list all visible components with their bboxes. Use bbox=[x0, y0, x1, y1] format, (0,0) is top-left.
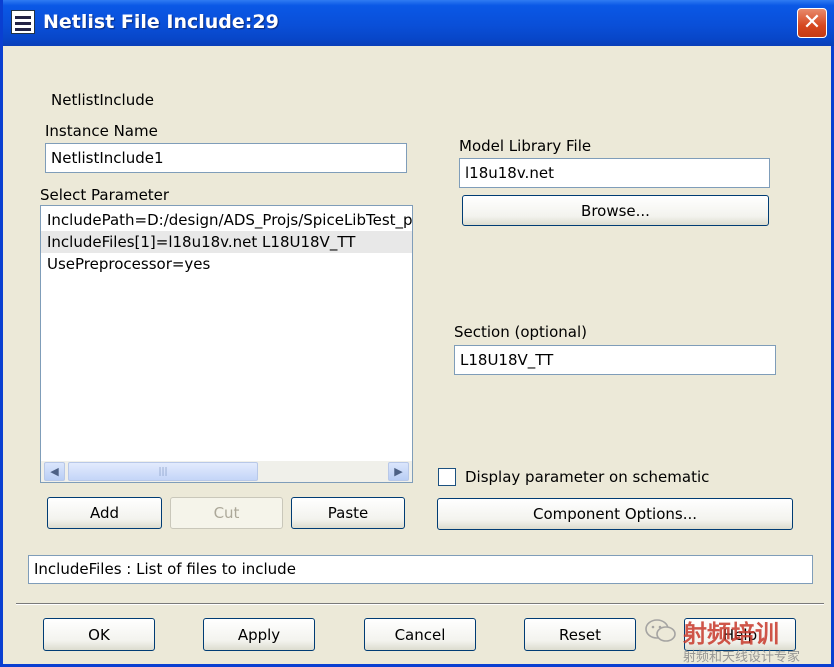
list-item-selected[interactable]: IncludeFiles[1]=l18u18v.net L18U18V_TT bbox=[41, 231, 412, 253]
wechat-icon bbox=[645, 619, 676, 642]
app-icon bbox=[11, 10, 35, 34]
section-label: Section (optional) bbox=[454, 323, 587, 341]
component-options-button[interactable]: Component Options... bbox=[437, 498, 793, 530]
list-item[interactable]: UsePreprocessor=yes bbox=[41, 253, 412, 275]
display-parameter-label: Display parameter on schematic bbox=[465, 468, 710, 486]
model-library-label: Model Library File bbox=[459, 137, 592, 155]
scroll-right-icon[interactable]: ▶ bbox=[388, 462, 409, 481]
select-parameter-label: Select Parameter bbox=[40, 186, 170, 204]
title-bar[interactable]: Netlist File Include:29 ✕ bbox=[3, 0, 834, 46]
display-parameter-checkbox[interactable] bbox=[438, 468, 456, 486]
cancel-button[interactable]: Cancel bbox=[364, 618, 476, 651]
cut-button[interactable]: Cut bbox=[170, 497, 283, 529]
scroll-left-icon[interactable]: ◀ bbox=[44, 462, 65, 481]
help-button[interactable]: Help bbox=[684, 618, 796, 651]
horizontal-scrollbar[interactable]: ◀ ||| ▶ bbox=[41, 461, 412, 482]
window-title: Netlist File Include:29 bbox=[43, 11, 279, 33]
paste-button[interactable]: Paste bbox=[291, 497, 405, 529]
section-input[interactable]: L18U18V_TT bbox=[454, 345, 776, 375]
ok-button[interactable]: OK bbox=[43, 618, 155, 651]
separator bbox=[16, 603, 824, 605]
parameter-list[interactable]: IncludePath=D:/design/ADS_Projs/SpiceLib… bbox=[40, 205, 413, 483]
reset-button[interactable]: Reset bbox=[524, 618, 636, 651]
close-icon[interactable]: ✕ bbox=[797, 8, 827, 38]
apply-button[interactable]: Apply bbox=[203, 618, 315, 651]
add-button[interactable]: Add bbox=[47, 497, 162, 529]
help-text-field: IncludeFiles : List of files to include bbox=[28, 555, 813, 584]
scroll-thumb[interactable]: ||| bbox=[68, 462, 258, 481]
component-type-label: NetlistInclude bbox=[51, 91, 154, 109]
list-item[interactable]: IncludePath=D:/design/ADS_Projs/SpiceLib… bbox=[41, 209, 412, 231]
model-library-input[interactable]: l18u18v.net bbox=[459, 158, 770, 188]
instance-name-label: Instance Name bbox=[45, 122, 158, 140]
browse-button[interactable]: Browse... bbox=[462, 195, 769, 226]
instance-name-input[interactable]: NetlistInclude1 bbox=[45, 143, 407, 173]
dialog-window: Netlist File Include:29 ✕ NetlistInclude… bbox=[0, 0, 834, 667]
